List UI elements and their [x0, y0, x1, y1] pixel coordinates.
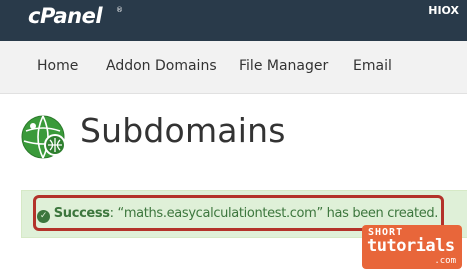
- nav-email[interactable]: Email: [353, 58, 392, 74]
- top-bar: cPanel ® HIOX: [0, 0, 467, 41]
- nav-file-manager[interactable]: File Manager: [239, 58, 328, 74]
- page-title: Subdomains: [80, 111, 286, 150]
- short-tutorials-watermark: SHORT tutorials .com: [362, 225, 462, 269]
- watermark-tutorials: tutorials: [367, 236, 455, 256]
- success-text: “maths.easycalculationtest.com” has been…: [113, 206, 439, 221]
- success-message: ✓ Success: “maths.easycalculationtest.co…: [37, 206, 438, 223]
- breadcrumb-nav: Home Addon Domains File Manager Email: [0, 41, 467, 94]
- registered-mark: ®: [116, 6, 123, 14]
- success-label: Success: [53, 206, 110, 221]
- watermark-com: .com: [434, 256, 456, 266]
- check-circle-icon: ✓: [37, 210, 50, 223]
- cpanel-logo[interactable]: cPanel: [28, 4, 103, 28]
- nav-home[interactable]: Home: [37, 58, 78, 74]
- account-label[interactable]: HIOX: [428, 4, 459, 17]
- nav-addon-domains[interactable]: Addon Domains: [106, 58, 217, 74]
- subdomains-globe-icon: [21, 115, 66, 159]
